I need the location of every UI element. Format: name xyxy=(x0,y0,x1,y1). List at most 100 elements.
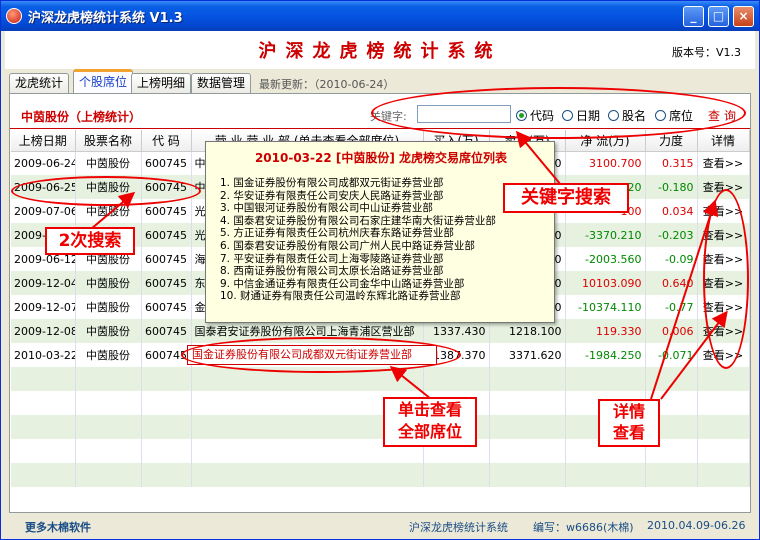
popup-seat-item: 1. 国金证券股份有限公司成都双元街证券营业部 xyxy=(220,177,444,189)
empty-cell xyxy=(645,367,698,391)
title-bar[interactable]: 沪深龙虎榜统计系统 V1.3 _ □ × xyxy=(1,1,759,31)
status-bar: 更多木棉软件 沪深龙虎榜统计系统 编写：w6686(木棉) 2010.04.09… xyxy=(1,513,759,539)
tab-stock-seats[interactable]: 个股席位 xyxy=(73,69,134,94)
popup-seat-item: 10. 财通证券有限责任公司温岭东辉北路证券营业部 xyxy=(220,290,461,303)
annotation-ellipse-link xyxy=(181,337,461,373)
empty-cell xyxy=(11,439,76,463)
empty-cell xyxy=(423,367,490,391)
popup-seat-item: 2. 华安证券有限责任公司安庆人民路证券营业部 xyxy=(220,189,444,202)
callout-line: 单击查看 xyxy=(397,400,462,419)
empty-cell xyxy=(141,367,192,391)
callout-keyword-search: 关键字搜索 xyxy=(503,183,629,213)
row-date: 2010-03-22 xyxy=(11,343,76,367)
callout-detail-view: 详情 查看 xyxy=(598,399,660,447)
row-net: -10374.110 xyxy=(565,295,646,319)
popup-seat-item: 7. 平安证券有限责任公司上海零陵路证券营业部 xyxy=(220,252,444,265)
app-header: 沪深龙虎榜统计系统 版本号：V1.3 xyxy=(5,31,755,69)
last-update-label: 最新更新：（2010-06-24） xyxy=(259,78,395,91)
row-code: 600745 xyxy=(141,151,192,175)
footer-author: 编写：w6686(木棉) xyxy=(533,521,634,534)
callout-line: 查看 xyxy=(612,423,645,442)
empty-cell xyxy=(141,439,192,463)
row-detail-link[interactable]: 查看>> xyxy=(697,151,750,175)
row-stock-name: 中茵股份 xyxy=(75,343,142,367)
popup-seat-item: 3. 中国银河证券股份有限公司中山证券营业部 xyxy=(220,202,433,215)
popup-seat-item: 5. 方正证券有限责任公司杭州庆春东路证券营业部 xyxy=(220,227,454,240)
window-title: 沪深龙虎榜统计系统 V1.3 xyxy=(28,11,183,26)
tab-data-management[interactable]: 数据管理 xyxy=(191,73,252,93)
more-software-link[interactable]: 更多木棉软件 xyxy=(25,519,91,535)
empty-cell xyxy=(75,391,142,415)
row-net: 3100.700 xyxy=(565,151,646,175)
empty-cell xyxy=(697,463,750,487)
empty-cell xyxy=(11,415,76,439)
annotation-ellipse-detail xyxy=(703,189,749,369)
tab-list-details[interactable]: 上榜明细 xyxy=(131,73,192,93)
close-button[interactable]: × xyxy=(733,6,754,27)
row-date: 2009-12-07 xyxy=(11,295,76,319)
empty-cell xyxy=(697,439,750,463)
popup-seat-item: 9. 中信金通证券有限责任公司金华中山路证券营业部 xyxy=(220,277,465,290)
row-date: 2009-12-08 xyxy=(11,319,76,343)
popup-seat-item: 4. 国泰君安证券股份有限公司石家庄建华南大街证券营业部 xyxy=(220,214,496,227)
empty-cell xyxy=(11,367,76,391)
row-power: 0.006 xyxy=(645,319,698,343)
row-power: -0.77 xyxy=(645,295,698,319)
empty-cell xyxy=(75,439,142,463)
minimize-button[interactable]: _ xyxy=(683,6,704,27)
col-name[interactable]: 股票名称 xyxy=(75,130,142,152)
empty-cell xyxy=(489,367,566,391)
row-stock-name: 中茵股份 xyxy=(75,295,142,319)
callout-click-view: 单击查看 全部席位 xyxy=(383,397,477,447)
tab-longhu-stats[interactable]: 龙虎统计 xyxy=(9,73,70,93)
empty-cell xyxy=(697,391,750,415)
footer-date: 2010.04.09-06.26 xyxy=(647,519,746,532)
row-power: -0.203 xyxy=(645,223,698,247)
footer-app-name: 沪深龙虎榜统计系统 xyxy=(409,521,508,534)
empty-cell xyxy=(75,463,142,487)
row-sell: 3371.620 xyxy=(489,343,566,367)
row-net: -3370.210 xyxy=(565,223,646,247)
col-date[interactable]: 上榜日期 xyxy=(11,130,76,152)
row-power: -0.071 xyxy=(645,343,698,367)
row-net: 10103.090 xyxy=(565,271,646,295)
empty-cell xyxy=(75,415,142,439)
row-stock-name: 中茵股份 xyxy=(75,319,142,343)
row-code: 600745 xyxy=(141,271,192,295)
empty-cell xyxy=(645,463,698,487)
empty-cell xyxy=(565,367,646,391)
popup-seat-item: 8. 西南证券股份有限公司太原长治路证券营业部 xyxy=(220,265,444,278)
popup-seat-item: 6. 国泰君安证券股份有限公司广州人民中路证券营业部 xyxy=(220,239,475,252)
empty-cell xyxy=(423,463,490,487)
maximize-button[interactable]: □ xyxy=(708,6,729,27)
row-power: 0.640 xyxy=(645,271,698,295)
popup-seat-list: 1. 国金证券股份有限公司成都双元街证券营业部 2. 华安证券有限责任公司安庆人民… xyxy=(220,177,550,303)
empty-cell xyxy=(75,367,142,391)
row-net: 119.330 xyxy=(565,319,646,343)
col-code[interactable]: 代 码 xyxy=(141,130,192,152)
row-code: 600745 xyxy=(141,295,192,319)
empty-cell xyxy=(141,463,192,487)
row-power: -0.180 xyxy=(645,175,698,199)
section-title: 中茵股份（上榜统计） xyxy=(21,110,142,124)
row-power: 0.034 xyxy=(645,199,698,223)
app-window: 沪深龙虎榜统计系统 V1.3 _ □ × 沪深龙虎榜统计系统 版本号：V1.3 … xyxy=(0,0,760,540)
row-date: 2009-12-04 xyxy=(11,271,76,295)
row-code: 600745 xyxy=(141,319,192,343)
empty-cell xyxy=(489,391,566,415)
row-stock-name: 中茵股份 xyxy=(75,271,142,295)
row-date: 2009-06-24 xyxy=(11,151,76,175)
callout-line: 详情 xyxy=(612,402,645,421)
popup-title: 2010-03-22 [中茵股份] 龙虎榜交易席位列表 xyxy=(254,151,508,165)
empty-cell xyxy=(489,415,566,439)
row-code: 600745 xyxy=(141,247,192,271)
empty-cell xyxy=(697,367,750,391)
empty-cell xyxy=(489,463,566,487)
annotation-ellipse-row xyxy=(11,176,201,206)
callout-line: 全部席位 xyxy=(397,422,462,441)
annotation-ellipse-search xyxy=(371,87,746,139)
col-detail[interactable]: 详情 xyxy=(697,130,750,152)
row-power: 0.315 xyxy=(645,151,698,175)
empty-cell xyxy=(11,463,76,487)
app-big-title: 沪深龙虎榜统计系统 xyxy=(258,41,502,62)
